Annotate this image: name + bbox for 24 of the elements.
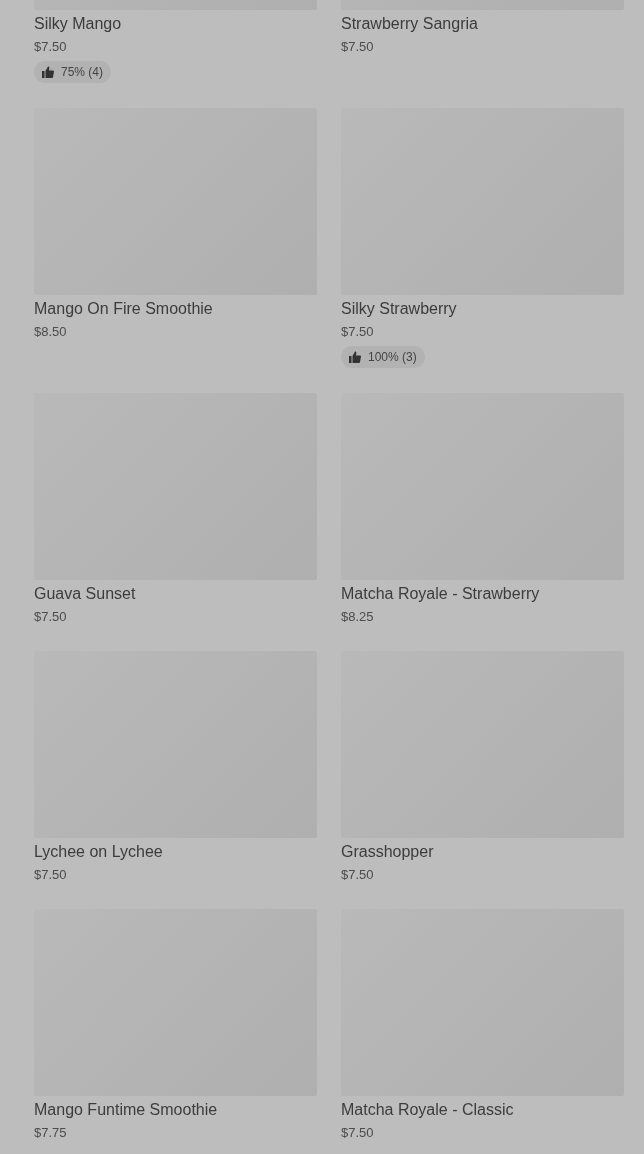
item-name: Guava Sunset (34, 584, 137, 604)
item-price: $7.50 (341, 38, 375, 56)
item-name: Lychee on Lychee (34, 842, 164, 862)
item-name: Strawberry Sangria (341, 14, 479, 34)
thumbs-up-icon (349, 351, 361, 363)
item-price: $7.50 (341, 1124, 375, 1142)
rating-badge: 100% (3) (341, 346, 425, 368)
item-price: $7.50 (34, 608, 68, 626)
item-price: $7.50 (34, 38, 68, 56)
item-price: $7.50 (341, 323, 375, 341)
rating-badge: 75% (4) (34, 61, 112, 83)
item-price: $8.50 (34, 323, 68, 341)
item-name: Grasshopper (341, 842, 435, 862)
item-price: $7.50 (34, 866, 68, 884)
item-price: $7.50 (341, 866, 375, 884)
item-name: Mango On Fire Smoothie (34, 299, 214, 319)
item-price: $7.75 (34, 1124, 68, 1142)
item-name: Mango Funtime Smoothie (34, 1100, 219, 1120)
item-name: Silky Strawberry (341, 299, 458, 319)
thumbs-up-icon (42, 66, 54, 78)
item-price: $8.25 (341, 608, 375, 626)
item-name: Matcha Royale - Strawberry (341, 584, 541, 604)
item-name: Silky Mango (34, 14, 123, 34)
item-name: Matcha Royale - Classic (341, 1100, 515, 1120)
